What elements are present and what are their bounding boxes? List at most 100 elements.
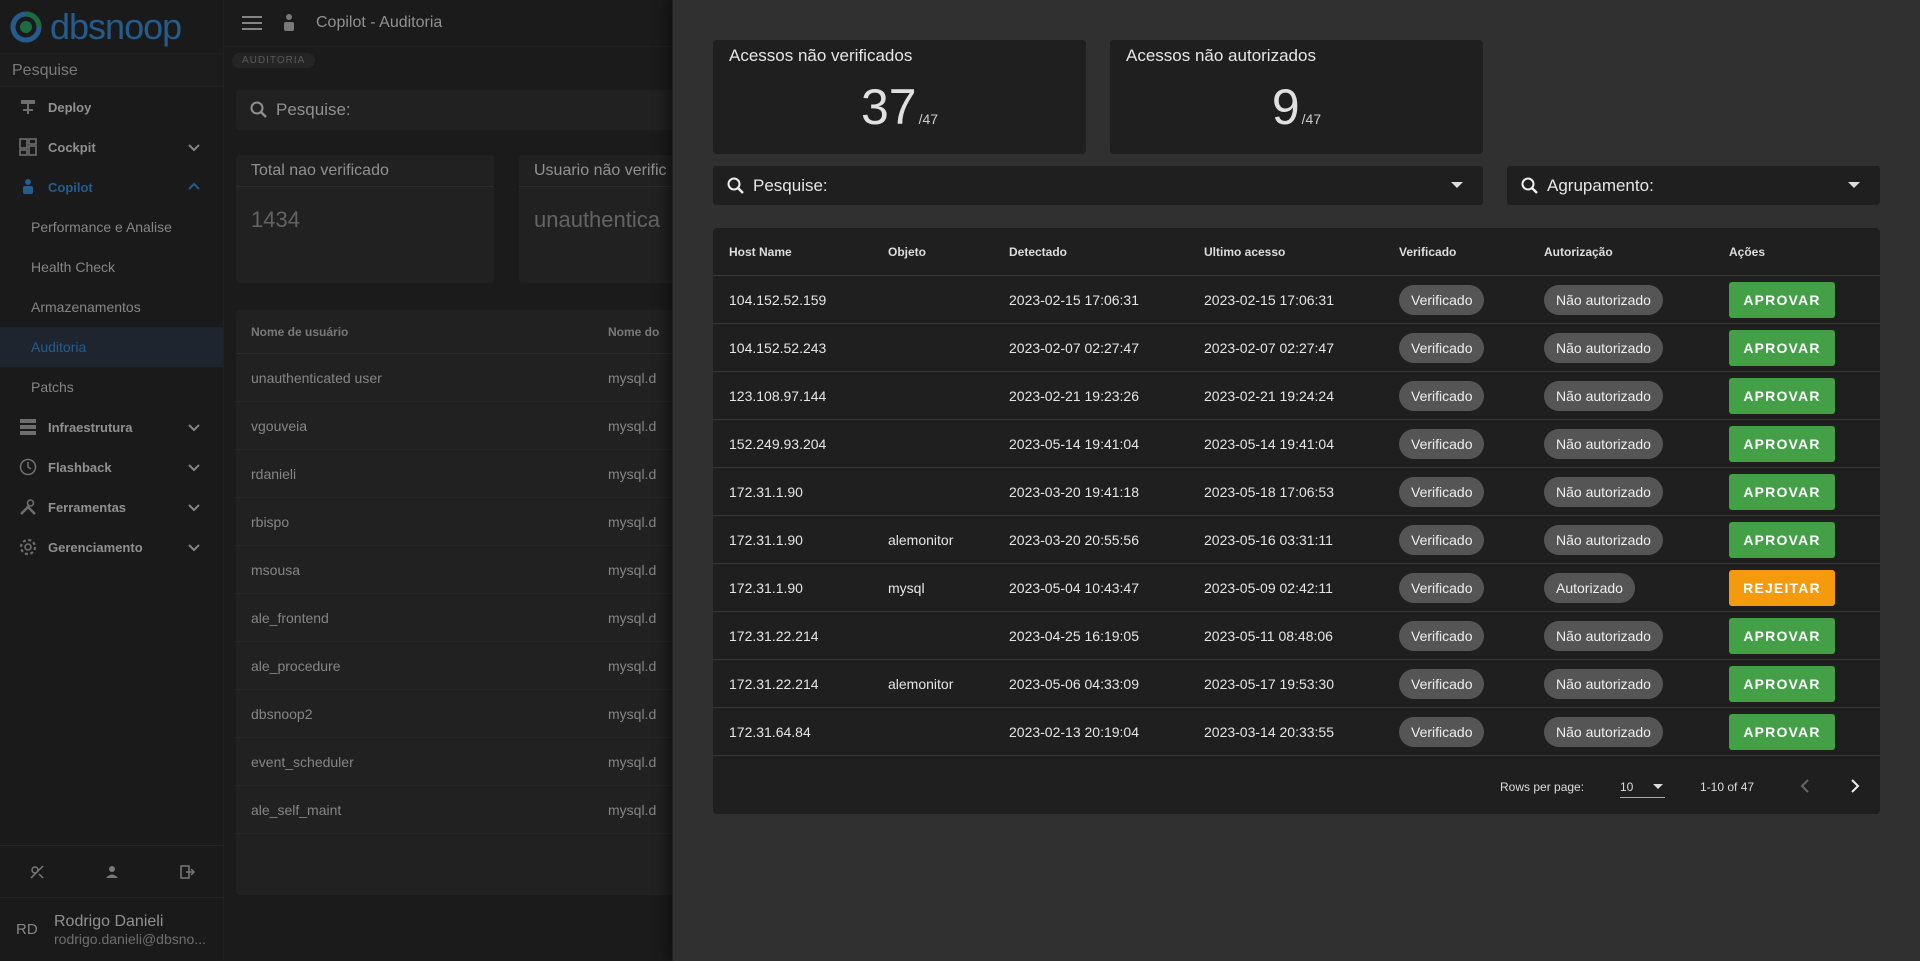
cell-name: mysql.d [608, 369, 657, 386]
sidebar-footer: RD Rodrigo Danieli rodrigo.danieli@dbsno… [0, 845, 224, 961]
dropdown-caret-icon [1451, 182, 1463, 188]
grouping-select[interactable]: Agrupamento: [1507, 166, 1880, 205]
deploy-icon [18, 97, 38, 117]
approve-button[interactable]: APROVAR [1729, 473, 1835, 510]
copilot-icon [18, 177, 38, 197]
sidebar-item-deploy[interactable]: Deploy [0, 87, 223, 127]
approve-button[interactable]: APROVAR [1729, 521, 1835, 558]
sidebar-item-ferramentas[interactable]: Ferramentas [0, 487, 223, 527]
approve-button[interactable]: APROVAR [1729, 665, 1835, 702]
cell-name: mysql.d [608, 705, 657, 722]
cell-ultimo-acesso: 2023-05-11 08:48:06 [1204, 627, 1333, 644]
search-icon [250, 101, 267, 118]
reject-button[interactable]: REJEITAR [1729, 569, 1835, 606]
dropdown-caret-icon [1848, 182, 1860, 188]
cell-objeto: mysql [888, 579, 925, 596]
rows-per-page-select[interactable]: 10 [1620, 774, 1665, 798]
logo[interactable]: dbsnoop [0, 0, 223, 53]
col-header-detectado[interactable]: Detectado [993, 245, 1188, 259]
cell-autorizacao: Não autorizado [1528, 332, 1713, 363]
cell-objeto: alemonitor [888, 675, 954, 692]
cell-autorizacao: Não autorizado [1528, 380, 1713, 411]
chevron-down-icon [188, 424, 200, 432]
theme-toggle-icon[interactable] [29, 864, 45, 880]
authorization-chip: Autorizado [1544, 572, 1635, 603]
sidebar-item-flashback[interactable]: Flashback [0, 447, 223, 487]
sidebar-item-label: Copilot [48, 179, 93, 195]
cell-ultimo-acesso: 2023-05-09 02:42:11 [1204, 579, 1333, 596]
approve-button[interactable]: APROVAR [1729, 425, 1835, 462]
chevron-down-icon [188, 464, 200, 472]
gear-icon [18, 537, 38, 557]
cell-verificado: Verificado [1383, 428, 1528, 459]
sidebar-item-gerenciamento[interactable]: Gerenciamento [0, 527, 223, 567]
sidebar-subitem-performance[interactable]: Performance e Analise [0, 207, 223, 247]
drawer-search-select[interactable]: Pesquise: [713, 166, 1483, 205]
approve-button[interactable]: APROVAR [1729, 377, 1835, 414]
access-table: Host Name Objeto Detectado Ultimo acesso… [713, 228, 1880, 814]
approve-button[interactable]: APROVAR [1729, 329, 1835, 366]
table-row: 172.31.22.214 alemonitor 2023-05-06 04:33:… [713, 660, 1880, 708]
stat-value: 9 [1271, 79, 1300, 135]
cell-host: 172.31.1.90 [729, 531, 803, 548]
sidebar-search-input[interactable]: Pesquise [0, 53, 223, 87]
cell-host: 152.249.93.204 [729, 435, 827, 452]
user-name: Rodrigo Danieli [54, 912, 164, 930]
stat-value: 37 [860, 79, 917, 135]
cell-detectado: 2023-04-25 16:19:05 [1009, 627, 1139, 644]
sidebar-subitem-health-check[interactable]: Health Check [0, 247, 223, 287]
approve-button[interactable]: APROVAR [1729, 281, 1835, 318]
stat-value-row: 9/47 [1110, 78, 1483, 136]
cell-autorizacao: Autorizado [1528, 572, 1713, 603]
search-icon [727, 177, 744, 194]
cell-detectado: 2023-05-04 10:43:47 [1009, 579, 1139, 596]
cell-autorizacao: Não autorizado [1528, 620, 1713, 651]
verified-chip: Verificado [1399, 668, 1485, 699]
verified-chip: Verificado [1399, 572, 1485, 603]
verified-chip: Verificado [1399, 524, 1485, 555]
sidebar-item-cockpit[interactable]: Cockpit [0, 127, 223, 167]
sidebar-subitem-patchs[interactable]: Patchs [0, 367, 223, 407]
cell-host: 172.31.22.214 [729, 627, 819, 644]
cell-detectado: 2023-03-20 20:55:56 [1009, 531, 1139, 548]
cell-verificado: Verificado [1383, 284, 1528, 315]
cell-username: msousa [251, 561, 301, 578]
cell-host: 104.152.52.243 [729, 339, 827, 356]
profile-icon[interactable] [104, 864, 120, 880]
chevron-left-icon[interactable] [1795, 776, 1815, 796]
stat-total: /47 [1301, 111, 1322, 127]
cell-username: rbispo [251, 513, 290, 530]
col-header-ultimo-acesso[interactable]: Ultimo acesso [1188, 245, 1383, 259]
cell-name: mysql.d [608, 801, 657, 818]
chevron-right-icon[interactable] [1845, 776, 1865, 796]
cell-verificado: Verificado [1383, 668, 1528, 699]
col-header-objeto[interactable]: Objeto [872, 245, 993, 259]
approve-button[interactable]: APROVAR [1729, 617, 1835, 654]
col-header-autorizacao[interactable]: Autorização [1528, 245, 1713, 259]
chevron-up-icon [188, 182, 200, 190]
cell-acoes: APROVAR [1713, 281, 1880, 318]
card-value: 1434 [251, 207, 300, 232]
menu-icon[interactable] [242, 15, 262, 31]
authorization-chip: Não autorizado [1544, 380, 1663, 411]
cell-username: ale_procedure [251, 657, 341, 674]
cell-autorizacao: Não autorizado [1528, 716, 1713, 747]
col-header-verificado[interactable]: Verificado [1383, 245, 1528, 259]
sidebar-subitem-armazenamentos[interactable]: Armazenamentos [0, 287, 223, 327]
cell-detectado: 2023-05-14 19:41:04 [1009, 435, 1139, 452]
cell-username: event_scheduler [251, 753, 354, 770]
sidebar-subitem-auditoria[interactable]: Auditoria [0, 327, 223, 367]
sidebar-item-infraestrutura[interactable]: Infraestrutura [0, 407, 223, 447]
card-label: Usuario não verific [519, 155, 679, 187]
cell-username: unauthenticated user [251, 369, 382, 386]
cell-name: mysql.d [608, 417, 657, 434]
verified-chip: Verificado [1399, 620, 1485, 651]
sidebar-item-copilot[interactable]: Copilot [0, 167, 223, 207]
col-header-name[interactable]: Nome do [608, 325, 659, 339]
logout-icon[interactable] [179, 864, 195, 880]
cell-acoes: APROVAR [1713, 665, 1880, 702]
approve-button[interactable]: APROVAR [1729, 713, 1835, 750]
sidebar-item-label: Cockpit [48, 139, 96, 155]
col-header-host[interactable]: Host Name [713, 245, 872, 259]
col-header-username[interactable]: Nome de usuário [236, 325, 608, 339]
